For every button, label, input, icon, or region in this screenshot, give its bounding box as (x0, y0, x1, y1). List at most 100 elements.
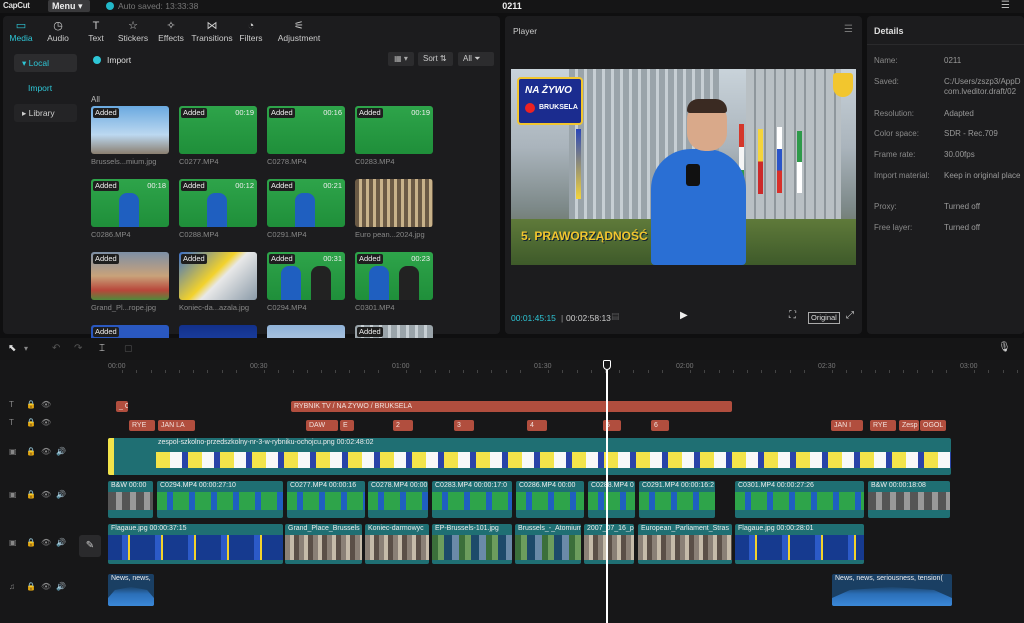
eye-icon[interactable]: 👁 (41, 418, 51, 427)
media-thumbnail[interactable]: Added (91, 252, 169, 300)
time-ruler[interactable]: 00:00 00:30 01:00 01:30 02:00 02:30 03:00 (0, 360, 1024, 374)
import-button[interactable]: Import (107, 55, 131, 65)
image-clip[interactable]: Brussels_-_Atomium (515, 524, 581, 564)
text-clip[interactable]: 6 (651, 420, 669, 431)
text-clip[interactable]: 2 (393, 420, 413, 431)
media-thumbnail[interactable]: Added 00:19 (355, 106, 433, 154)
media-thumbnail[interactable]: Added 00:16 (267, 106, 345, 154)
eye-icon[interactable]: 👁 (41, 538, 51, 547)
filter-button[interactable]: All ⏷ (458, 52, 494, 66)
view-mode-button[interactable]: ▦ ▾ (388, 52, 414, 66)
tab-text[interactable]: T Text (78, 19, 114, 43)
tab-effects[interactable]: ✧ Effects (153, 19, 189, 43)
image-clip[interactable]: European_Parliament_Stras (638, 524, 732, 564)
edit-cover-icon[interactable]: ✎ (79, 535, 101, 557)
media-thumbnail[interactable]: Added (91, 106, 169, 154)
fullscreen-crop-icon[interactable]: ⛶ (789, 310, 796, 321)
media-thumbnail[interactable] (355, 179, 433, 227)
video-clip[interactable]: C0283.MP4 00:00:17:0 (432, 481, 512, 518)
tab-stickers[interactable]: ☆ Stickers (115, 19, 151, 43)
video-clip[interactable]: C0301.MP4 00:00:27:26 (735, 481, 864, 518)
text-clip[interactable]: RYBNIK TV / NA ŻYWO / BRUKSELA (291, 401, 732, 412)
media-thumbnail[interactable]: Added 00:12 (179, 179, 257, 227)
lock-icon[interactable]: 🔒 (26, 490, 36, 499)
undo-icon[interactable]: ↶ (52, 343, 60, 354)
video-clip[interactable]: C0294.MP4 00:00:27:10 (157, 481, 283, 518)
timeline[interactable]: 00:00 00:30 01:00 01:30 02:00 02:30 03:00 T 🔒 👁 … (0, 360, 1024, 623)
sidebar-item-import[interactable]: Import (14, 79, 77, 97)
image-clip[interactable]: Grand_Place_Brussels (285, 524, 362, 564)
video-clip[interactable]: C0291.MP4 00:00:16:2 (639, 481, 715, 518)
video-clip[interactable]: B&W 00:00 (108, 481, 153, 518)
playhead[interactable] (606, 370, 608, 623)
media-thumbnail[interactable]: Added 00:21 (267, 179, 345, 227)
expand-icon[interactable]: ⤢ (846, 310, 854, 321)
audio-mute-icon[interactable]: 🔊 (56, 447, 66, 456)
media-thumbnail[interactable]: Added 00:23 (355, 252, 433, 300)
playhead-handle[interactable] (603, 360, 611, 370)
text-clip[interactable]: 4 (527, 420, 547, 431)
audio-mute-icon[interactable]: 🔊 (56, 538, 66, 547)
video-clip[interactable]: C0288.MP4 0 (588, 481, 635, 518)
video-clip[interactable]: C0286.MP4 00:00 (516, 481, 584, 518)
redo-icon[interactable]: ↷ (74, 343, 82, 354)
text-clip[interactable]: RYE (870, 420, 896, 431)
player-menu-icon[interactable]: ☰ (844, 24, 853, 35)
text-clip[interactable]: _ O( (116, 401, 128, 412)
audio-mute-icon[interactable]: 🔊 (56, 490, 66, 499)
text-clip[interactable]: OGOL (920, 420, 946, 431)
image-clip[interactable]: Koniec-darmowyc (365, 524, 429, 564)
microphone-icon[interactable]: 🎙 (998, 342, 1011, 353)
select-tool-icon[interactable]: ⬉ (8, 343, 16, 354)
audio-clip[interactable]: News, news, seriousness, tension( (832, 574, 952, 606)
lock-icon[interactable]: 🔒 (26, 418, 36, 427)
text-clip[interactable]: 3 (454, 420, 474, 431)
text-clip[interactable]: Zesp (899, 420, 919, 431)
eye-icon[interactable]: 👁 (41, 400, 51, 409)
eye-icon[interactable]: 👁 (41, 582, 51, 591)
media-thumbnail[interactable]: Added 00:19 (179, 106, 257, 154)
lock-icon[interactable]: 🔒 (26, 447, 36, 456)
eye-icon[interactable]: 👁 (41, 447, 51, 456)
media-thumbnail[interactable]: Added (179, 252, 257, 300)
ratio-button[interactable]: Original (808, 312, 840, 324)
window-menu-icon[interactable]: ☰ (1001, 0, 1010, 11)
image-clip[interactable]: EP-Brussels-101.jpg (432, 524, 512, 564)
media-thumbnail[interactable]: Added 00:31 (267, 252, 345, 300)
video-clip[interactable]: C0278.MP4 00:00:1 (368, 481, 428, 518)
tab-media[interactable]: ▭ Media (3, 19, 39, 43)
tab-transitions[interactable]: ⋈ Transitions (189, 19, 235, 43)
audio-clip[interactable]: News, news, (108, 574, 154, 606)
overlay-clip[interactable]: zespol-szkolno-przedszkolny-nr-3-w-rybni… (108, 438, 951, 475)
detail-value: com.lveditor.draft/02 (944, 87, 1017, 96)
sort-button[interactable]: Sort ⇅ (418, 52, 453, 66)
tab-adjustment[interactable]: ⚟ Adjustment (271, 19, 327, 43)
text-clip[interactable]: E (340, 420, 354, 431)
tab-filters[interactable]: ◔ Filters (233, 19, 269, 43)
text-clip[interactable]: RYE (129, 420, 155, 431)
timecode-grid-icon[interactable]: ▤ (611, 311, 620, 322)
tool-dropdown-icon[interactable]: ▾ (24, 344, 28, 353)
image-clip[interactable]: Flagaue.jpg 00:00:37:15 (108, 524, 283, 564)
image-clip[interactable]: Flagaue.jpg 00:00:28:01 (735, 524, 864, 564)
import-icon[interactable] (93, 56, 101, 64)
video-clip[interactable]: C0277.MP4 00:00:16 (287, 481, 365, 518)
tab-audio[interactable]: ◷ Audio (40, 19, 76, 43)
sidebar-item-local[interactable]: ▾ Local (14, 54, 77, 72)
lock-icon[interactable]: 🔒 (26, 538, 36, 547)
play-icon[interactable]: ▶ (680, 310, 688, 321)
eye-icon[interactable]: 👁 (41, 490, 51, 499)
split-icon[interactable]: ⌶ (99, 343, 105, 354)
text-clip[interactable]: JAN LA (158, 420, 195, 431)
image-clip[interactable]: 2007_07_16_p (584, 524, 634, 564)
audio-mute-icon[interactable]: 🔊 (56, 582, 66, 591)
text-clip[interactable]: JAN I (831, 420, 863, 431)
text-clip[interactable]: DAW (306, 420, 338, 431)
lock-icon[interactable]: 🔒 (26, 582, 36, 591)
video-preview[interactable]: NA ŻYWO BRUKSELA 5. PRAWORZĄDNOŚĆ (511, 69, 856, 265)
sidebar-item-library[interactable]: ▸ Library (14, 104, 77, 122)
media-thumbnail[interactable]: Added 00:18 (91, 179, 169, 227)
video-clip[interactable]: B&W 00:00:18:08 (868, 481, 950, 518)
delete-icon[interactable]: ▢ (124, 343, 133, 354)
lock-icon[interactable]: 🔒 (26, 400, 36, 409)
